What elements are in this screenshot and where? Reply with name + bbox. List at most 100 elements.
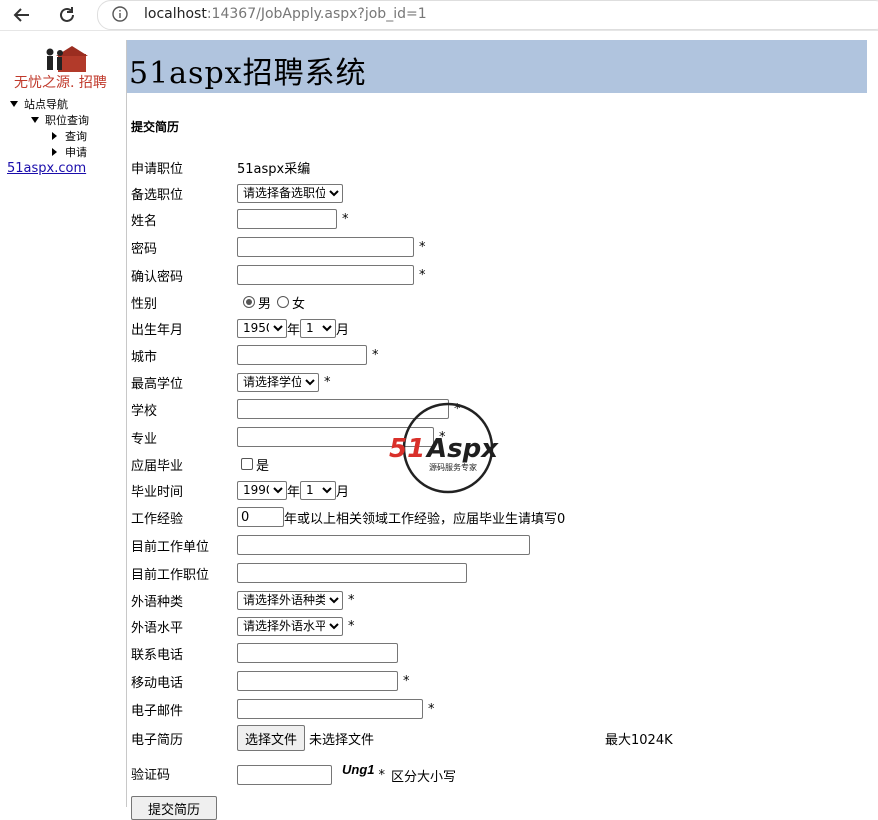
name-label: 姓名 [131, 213, 158, 229]
gender-male-label: 男 [258, 296, 272, 312]
required-mark: * [403, 673, 410, 689]
password-label: 密码 [131, 241, 158, 257]
tree-item-label: 申请 [65, 146, 87, 159]
required-mark: * [324, 374, 331, 390]
browser-toolbar: localhost:14367/JobApply.aspx?job_id=1 [0, 0, 878, 31]
watermark-brand-51: 51 [389, 434, 425, 464]
confirm-password-input[interactable] [237, 265, 414, 285]
section-title: 提交简历 [131, 120, 180, 134]
back-arrow-icon [13, 8, 29, 22]
required-mark: * [348, 592, 355, 608]
year-unit: 年 [287, 322, 301, 338]
language-level-select[interactable]: 请选择外语水平 [237, 616, 343, 636]
page-title: 51aspx招聘系统 [129, 56, 367, 91]
birth-label: 出生年月 [131, 322, 184, 338]
birth-month-select[interactable]: 1 [300, 318, 337, 338]
birth-year-select[interactable]: 1950 [237, 318, 287, 338]
expand-triangle-icon [10, 101, 18, 107]
gender-label: 性别 [131, 296, 158, 312]
alt-position-label: 备选职位 [131, 187, 184, 203]
required-mark: * [428, 701, 435, 717]
mobile-label: 移动电话 [131, 675, 184, 691]
job-title-input[interactable] [237, 563, 467, 583]
required-mark: * [342, 211, 349, 227]
fresh-grad-label: 应届毕业 [131, 458, 184, 474]
email-input[interactable] [237, 699, 423, 719]
experience-input[interactable] [237, 507, 284, 527]
leaf-triangle-icon [52, 132, 57, 140]
watermark-tagline: 源码服务专家 [429, 462, 477, 472]
name-input[interactable] [237, 209, 337, 229]
file-status: 未选择文件 [309, 732, 375, 748]
tree-group-label: 职位查询 [45, 114, 89, 127]
fresh-grad-checkbox[interactable] [241, 458, 253, 470]
alt-position-select[interactable]: 请选择备选职位 [237, 183, 343, 203]
tree-item-query[interactable]: 查询 [52, 128, 87, 144]
address-bar[interactable]: localhost:14367/JobApply.aspx?job_id=1 [97, 0, 878, 30]
captcha-label: 验证码 [131, 768, 171, 783]
reload-icon [60, 7, 74, 22]
required-mark: * [419, 267, 426, 283]
mobile-input[interactable] [237, 671, 398, 691]
url-path: :14367/JobApply.aspx?job_id=1 [206, 6, 427, 22]
company-label: 目前工作单位 [131, 539, 210, 555]
confirm-password-label: 确认密码 [131, 269, 184, 285]
info-icon[interactable] [112, 6, 128, 22]
gender-female-label: 女 [292, 296, 306, 312]
watermark-logo: 51 Aspx 源码服务专家 [389, 402, 499, 494]
language-select[interactable]: 请选择外语种类 [237, 590, 343, 610]
tree-item-apply[interactable]: 申请 [52, 144, 87, 160]
company-input[interactable] [237, 535, 530, 555]
email-label: 电子邮件 [131, 703, 184, 719]
captcha-note: 区分大小写 [391, 769, 457, 785]
url-host: localhost [144, 6, 207, 22]
position-label: 申请职位 [131, 161, 184, 177]
watermark-brand-aspx: Aspx [425, 434, 499, 464]
url-text: localhost:14367/JobApply.aspx?job_id=1 [144, 6, 427, 22]
submit-button[interactable]: 提交简历 [131, 796, 218, 820]
month-unit: 月 [336, 484, 350, 500]
captcha-image[interactable]: Ung1 [342, 762, 375, 777]
year-unit: 年 [287, 484, 301, 500]
gender-male-radio[interactable] [243, 296, 255, 308]
phone-input[interactable] [237, 643, 398, 663]
header-banner: 51aspx招聘系统 [127, 40, 867, 93]
position-value: 51aspx采编 [237, 161, 311, 177]
tree-group-job-query[interactable]: 职位查询 [31, 112, 89, 128]
password-input[interactable] [237, 237, 414, 257]
site-link[interactable]: 51aspx.com [7, 161, 86, 176]
grad-time-label: 毕业时间 [131, 484, 184, 500]
reload-button[interactable] [54, 2, 80, 28]
degree-label: 最高学位 [131, 376, 184, 392]
city-input[interactable] [237, 345, 367, 365]
job-title-label: 目前工作职位 [131, 567, 210, 583]
required-mark: * [378, 767, 386, 783]
school-label: 学校 [131, 403, 158, 419]
major-label: 专业 [131, 431, 158, 447]
expand-triangle-icon [31, 117, 39, 123]
language-level-label: 外语水平 [131, 620, 184, 636]
tree-item-label: 查询 [65, 130, 87, 143]
resume-label: 电子简历 [131, 732, 184, 748]
required-mark: * [419, 239, 426, 255]
city-label: 城市 [131, 349, 158, 365]
choose-file-button[interactable]: 选择文件 [237, 725, 306, 751]
grad-year-select[interactable]: 1990 [237, 480, 287, 500]
tree-root-site-nav[interactable]: 站点导航 [10, 96, 68, 112]
gender-female-radio[interactable] [277, 296, 290, 308]
leaf-triangle-icon [52, 148, 57, 156]
logo-text: 无忧之源. 招聘 [14, 75, 107, 91]
captcha-input[interactable] [237, 765, 332, 785]
required-mark: * [372, 347, 379, 363]
left-nav: 无忧之源. 招聘 站点导航 职位查询 查询 申请 51aspx.com [0, 34, 126, 804]
degree-select[interactable]: 请选择学位 [237, 372, 319, 392]
fresh-grad-check-label: 是 [256, 458, 270, 474]
month-unit: 月 [336, 322, 350, 338]
file-limit-note: 最大1024K [605, 732, 673, 748]
grad-month-select[interactable]: 1 [300, 480, 337, 500]
experience-label: 工作经验 [131, 511, 184, 527]
back-button[interactable] [9, 2, 35, 28]
phone-label: 联系电话 [131, 647, 184, 663]
tree-root-label: 站点导航 [24, 98, 68, 111]
language-label: 外语种类 [131, 594, 184, 610]
